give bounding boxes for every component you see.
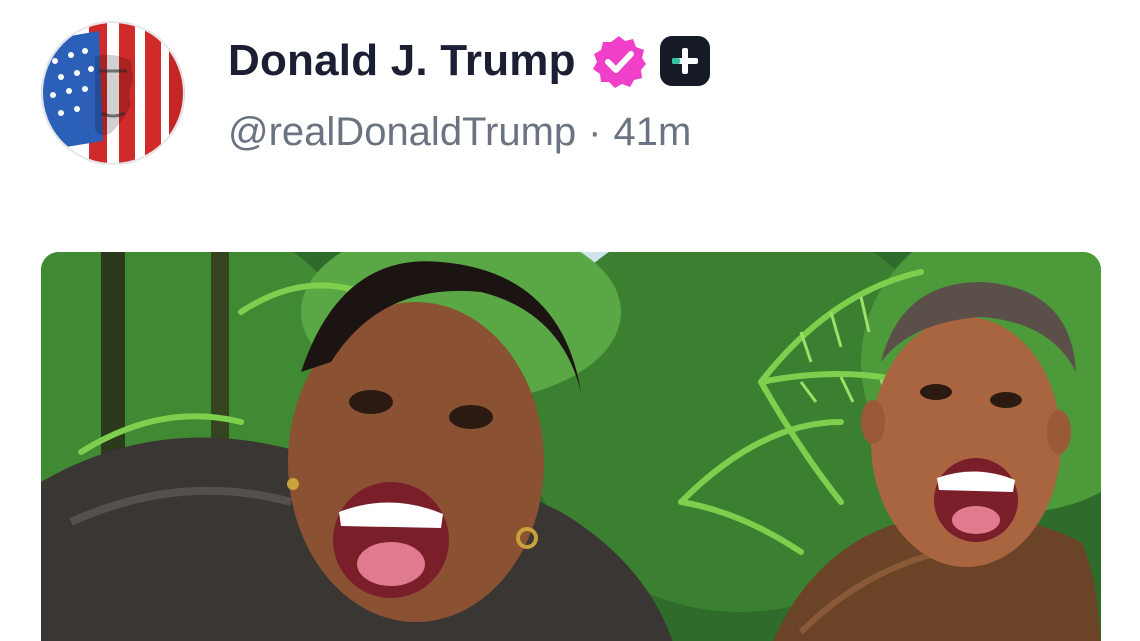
post-meta: @realDonaldTrump · 41m: [228, 110, 691, 155]
jungle-scene-image: [41, 252, 1101, 641]
meta-separator: ·: [588, 110, 602, 154]
author-name-row: Donald J. Trump: [228, 32, 710, 90]
plus-square-icon[interactable]: [659, 36, 710, 86]
author-handle[interactable]: @realDonaldTrump: [228, 110, 576, 154]
flag-face-avatar-icon: [41, 21, 185, 165]
author-avatar[interactable]: [41, 21, 185, 165]
verified-badge-icon: [592, 34, 646, 88]
post-timestamp[interactable]: 41m: [613, 110, 691, 154]
post-media-image[interactable]: [41, 252, 1101, 641]
author-display-name[interactable]: Donald J. Trump: [228, 36, 576, 86]
truth-post: Donald J. Trump @realDonaldTrump · 41m: [0, 0, 1140, 641]
